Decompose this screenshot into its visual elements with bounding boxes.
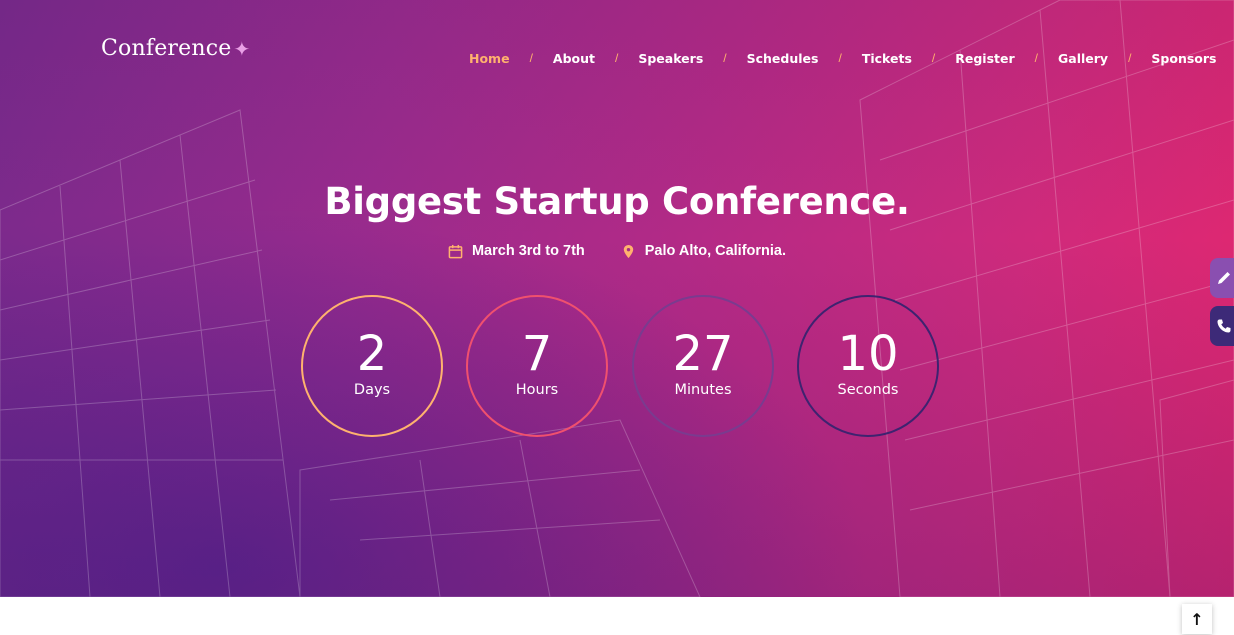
nav-gallery[interactable]: Gallery — [1058, 51, 1108, 66]
nav-tickets[interactable]: Tickets — [862, 51, 912, 66]
nav-separator: / — [615, 51, 619, 65]
nav-schedules[interactable]: Schedules — [747, 51, 819, 66]
countdown-seconds-value: 10 — [837, 326, 899, 382]
countdown-minutes-value: 27 — [672, 326, 734, 382]
event-location: Palo Alto, California. — [621, 243, 786, 259]
nav-separator: / — [1034, 51, 1038, 65]
call-button[interactable] — [1210, 306, 1234, 346]
event-meta: March 3rd to 7th Palo Alto, California. — [0, 243, 1234, 259]
countdown-hours-value: 7 — [521, 326, 553, 382]
edit-button[interactable] — [1210, 258, 1234, 298]
brand-logo[interactable]: Conference ✦ — [101, 36, 250, 61]
countdown-days: 2 Days — [301, 295, 443, 437]
nav-home[interactable]: Home — [469, 51, 510, 66]
event-date: March 3rd to 7th — [448, 243, 585, 259]
hero-section: Conference ✦ Home / About / Speakers / S… — [0, 0, 1234, 597]
pencil-icon — [1218, 272, 1230, 284]
countdown-minutes-label: Minutes — [674, 382, 732, 398]
main-nav: Home / About / Speakers / Schedules / Ti… — [469, 49, 1216, 67]
countdown-minutes: 27 Minutes — [632, 295, 774, 437]
hero-title: Biggest Startup Conference. — [324, 180, 910, 223]
sparkle-icon: ✦ — [233, 36, 251, 61]
countdown-hours: 7 Hours — [466, 295, 608, 437]
nav-separator: / — [1128, 51, 1132, 65]
nav-separator: / — [723, 51, 727, 65]
arrow-up-icon: ↑ — [1190, 609, 1204, 629]
nav-separator: / — [838, 51, 842, 65]
nav-separator: / — [931, 51, 936, 65]
scroll-to-top-button[interactable]: ↑ — [1182, 604, 1212, 634]
nav-about[interactable]: About — [553, 51, 595, 66]
brand-name: Conference — [101, 36, 232, 61]
nav-sponsors[interactable]: Sponsors — [1151, 51, 1216, 66]
calendar-icon — [448, 244, 463, 258]
countdown-days-label: Days — [353, 382, 391, 398]
nav-separator: / — [529, 51, 533, 65]
nav-speakers[interactable]: Speakers — [638, 51, 703, 66]
building-background-image — [0, 0, 1234, 597]
countdown-hours-label: Hours — [515, 382, 559, 398]
countdown-days-value: 2 — [356, 326, 388, 382]
countdown-seconds: 10 Seconds — [797, 295, 939, 437]
event-location-text: Palo Alto, California. — [644, 243, 787, 259]
event-date-text: March 3rd to 7th — [471, 243, 585, 259]
phone-icon — [1217, 319, 1231, 333]
countdown-seconds-label: Seconds — [837, 382, 899, 398]
nav-register[interactable]: Register — [955, 51, 1014, 66]
map-pin-icon — [623, 244, 633, 258]
